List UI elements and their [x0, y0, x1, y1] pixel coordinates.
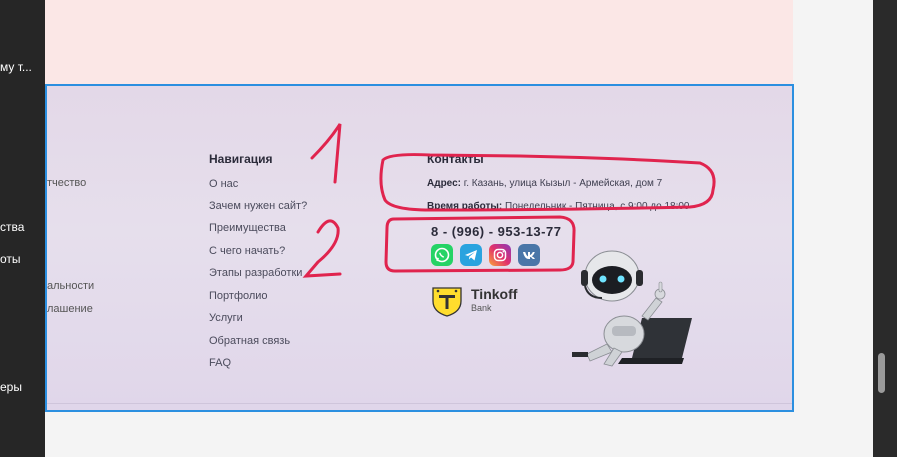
left-panel-item[interactable]: еры — [0, 380, 22, 394]
nav-link-about[interactable]: О нас — [209, 178, 238, 190]
footer: тчество альности лашение Навигация О нас… — [45, 84, 794, 412]
robot-illustration — [572, 250, 692, 367]
top-section — [45, 0, 793, 85]
vk-icon[interactable] — [518, 244, 540, 266]
nav-link-why-site[interactable]: Зачем нужен сайт? — [209, 200, 307, 212]
hours-label: Время работы: — [427, 201, 503, 212]
phone-number[interactable]: 8 - (996) - 953-13-77 — [431, 224, 561, 239]
whatsapp-icon[interactable] — [431, 244, 453, 266]
left-panel-item[interactable]: ства — [0, 220, 24, 234]
instagram-icon[interactable] — [489, 244, 511, 266]
scrollbar-thumb[interactable] — [878, 353, 885, 393]
left-panel: му т... ства оты еры — [0, 0, 45, 457]
nav-link-stages[interactable]: Этапы разработки — [209, 267, 302, 279]
tinkoff-logo: Tinkoff Bank — [429, 284, 517, 323]
hours-value: Понедельник - Пятница, с 9:00 до 18:00 — [505, 201, 690, 212]
nav-link-services[interactable]: Услуги — [209, 312, 243, 324]
footer-link[interactable]: тчество — [47, 177, 86, 189]
nav-link-faq[interactable]: FAQ — [209, 357, 231, 369]
nav-link-portfolio[interactable]: Портфолио — [209, 290, 268, 302]
nav-link-feedback[interactable]: Обратная связь — [209, 335, 290, 347]
tinkoff-emblem-icon — [432, 287, 462, 317]
contacts-title: Контакты — [427, 152, 484, 166]
nav-link-start[interactable]: С чего начать? — [209, 245, 285, 257]
navigation-title: Навигация — [209, 152, 273, 166]
right-panel — [873, 0, 897, 457]
address-label: Адрес: — [427, 178, 461, 189]
footer-link[interactable]: альности — [47, 280, 94, 292]
telegram-icon[interactable] — [460, 244, 482, 266]
contact-hours: Время работы: Понедельник - Пятница, с 9… — [427, 201, 689, 212]
tinkoff-sub: Bank — [471, 303, 492, 313]
contact-address: Адрес: г. Казань, улица Кызыл - Армейска… — [427, 178, 662, 189]
footer-link[interactable]: лашение — [47, 303, 93, 315]
footer-divider — [47, 403, 792, 404]
address-value: г. Казань, улица Кызыл - Армейская, дом … — [463, 178, 663, 189]
tinkoff-brand: Tinkoff — [471, 286, 518, 302]
nav-link-advantages[interactable]: Преимущества — [209, 222, 286, 234]
left-panel-item[interactable]: оты — [0, 252, 21, 266]
left-panel-item[interactable]: му т... — [0, 60, 32, 74]
